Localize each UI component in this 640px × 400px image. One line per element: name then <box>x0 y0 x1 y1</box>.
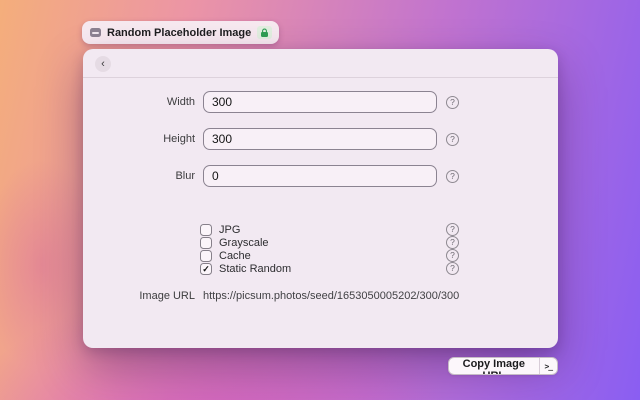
copy-image-url-button[interactable]: Copy Image URL <box>449 358 539 374</box>
cache-checkbox[interactable] <box>200 250 212 262</box>
grayscale-help-icon[interactable]: ? <box>446 236 459 249</box>
jpg-label: JPG <box>219 224 241 236</box>
cache-label: Cache <box>219 250 251 262</box>
image-url-value: https://picsum.photos/seed/1653050005202… <box>203 290 460 302</box>
cache-help-icon[interactable]: ? <box>446 249 459 262</box>
blur-help-icon[interactable]: ? <box>446 170 459 183</box>
height-input[interactable] <box>203 128 437 150</box>
app-favicon-icon <box>90 28 101 37</box>
width-help-icon[interactable]: ? <box>446 96 459 109</box>
height-label: Height <box>163 133 195 145</box>
browser-tab[interactable]: Random Placeholder Image <box>82 21 280 44</box>
height-help-icon[interactable]: ? <box>446 133 459 146</box>
jpg-help-icon[interactable]: ? <box>446 223 459 236</box>
static-random-help-icon[interactable]: ? <box>446 262 459 275</box>
terminal-button[interactable]: >_ <box>538 358 557 374</box>
tab-title: Random Placeholder Image <box>107 26 252 39</box>
static-random-label: Static Random <box>219 263 292 275</box>
jpg-checkbox[interactable] <box>200 224 212 236</box>
lock-icon <box>257 26 273 39</box>
window-body: Width ? Height ? Blur ? JPG ? Grayscale … <box>83 78 558 375</box>
app-window: ‹ Width ? Height ? Blur ? JPG ? Grayscal… <box>83 49 558 375</box>
desktop-background: Random Placeholder Image ‹ Width ? Heigh… <box>0 0 640 400</box>
grayscale-label: Grayscale <box>219 237 269 249</box>
blur-input[interactable] <box>203 165 437 187</box>
static-random-checkbox[interactable]: ✓ <box>200 263 212 275</box>
width-input[interactable] <box>203 91 437 113</box>
image-url-label: Image URL <box>139 290 195 302</box>
footer-button-group: Copy Image URL >_ <box>448 357 558 375</box>
grayscale-checkbox[interactable] <box>200 237 212 249</box>
width-label: Width <box>166 96 195 108</box>
back-button[interactable]: ‹ <box>95 56 111 72</box>
window-header: ‹ <box>83 49 558 78</box>
blur-label: Blur <box>175 170 195 182</box>
